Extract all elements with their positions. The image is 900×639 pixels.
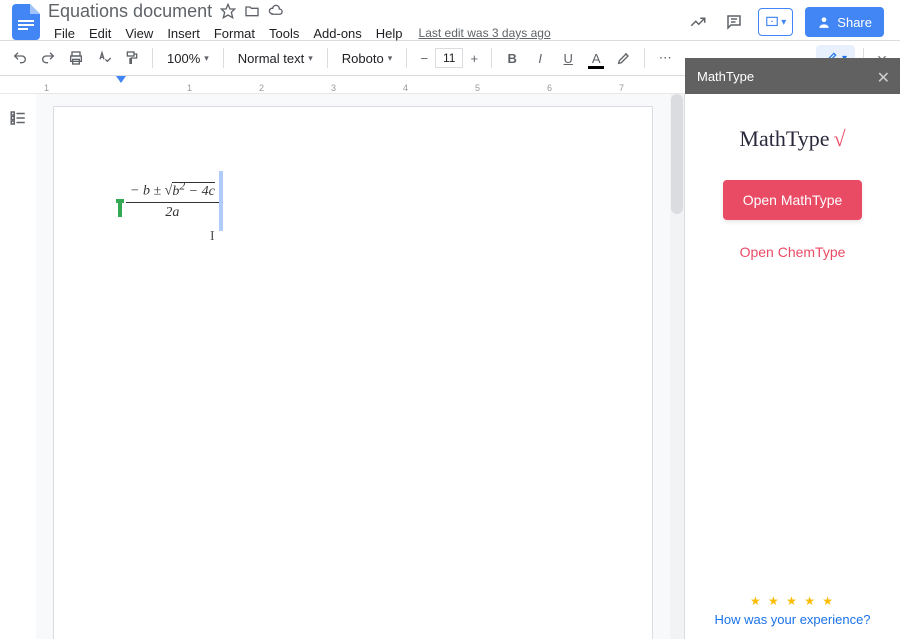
document-title[interactable]: Equations document xyxy=(48,1,212,22)
font-size-value[interactable]: 11 xyxy=(435,48,463,68)
left-rail xyxy=(0,94,36,639)
font-size-minus[interactable]: − xyxy=(415,49,433,67)
outline-toggle-icon[interactable] xyxy=(6,106,30,130)
style-select[interactable]: Normal text▾ xyxy=(232,49,319,68)
font-size-control: − 11 + xyxy=(415,48,483,68)
share-button[interactable]: Share xyxy=(805,7,884,37)
comments-icon[interactable] xyxy=(722,10,746,34)
text-cursor-icon xyxy=(219,171,223,231)
open-mathtype-button[interactable]: Open MathType xyxy=(723,180,863,220)
zoom-select[interactable]: 100%▾ xyxy=(161,49,215,68)
app-header: Equations document File Edit View Insert… xyxy=(0,0,900,40)
mathtype-panel-title: MathType xyxy=(697,69,754,84)
title-area: Equations document File Edit View Insert… xyxy=(48,1,686,43)
last-edit-link[interactable]: Last edit was 3 days ago xyxy=(419,26,551,40)
paint-format-icon[interactable] xyxy=(120,46,144,70)
indent-marker-icon[interactable] xyxy=(116,76,126,83)
menu-help[interactable]: Help xyxy=(370,24,409,43)
close-icon[interactable]: ✕ xyxy=(877,68,890,88)
menu-file[interactable]: File xyxy=(48,24,81,43)
bold-button[interactable]: B xyxy=(500,46,524,70)
star-icon[interactable] xyxy=(220,3,236,19)
mathtype-logo: MathType √ xyxy=(739,126,845,152)
workspace: − b ± √b2 − 4c 2a I MathType ✕ MathType … xyxy=(0,94,900,639)
cloud-saved-icon[interactable] xyxy=(268,3,284,19)
more-tools-button[interactable]: ⋯ xyxy=(653,46,677,70)
share-label: Share xyxy=(837,15,872,30)
mathtype-body: MathType √ Open MathType Open ChemType xyxy=(685,94,900,582)
ibeam-cursor-icon: I xyxy=(210,229,215,245)
open-chemtype-link[interactable]: Open ChemType xyxy=(740,244,846,260)
undo-icon[interactable] xyxy=(8,46,32,70)
equation-object[interactable]: − b ± √b2 − 4c 2a I xyxy=(126,179,219,221)
mathtype-panel: MathType ✕ MathType √ Open MathType Open… xyxy=(684,94,900,639)
equation-handle-icon[interactable] xyxy=(118,203,122,217)
header-actions: ▾ Share xyxy=(686,7,892,37)
menu-edit[interactable]: Edit xyxy=(83,24,117,43)
menu-view[interactable]: View xyxy=(119,24,159,43)
menu-insert[interactable]: Insert xyxy=(161,24,206,43)
rating-stars-icon[interactable]: ★ ★ ★ ★ ★ xyxy=(697,594,888,608)
vertical-scrollbar[interactable] xyxy=(670,94,684,639)
move-folder-icon[interactable] xyxy=(244,3,260,19)
redo-icon[interactable] xyxy=(36,46,60,70)
page[interactable]: − b ± √b2 − 4c 2a I xyxy=(53,106,653,639)
print-icon[interactable] xyxy=(64,46,88,70)
scrollbar-thumb[interactable] xyxy=(671,94,683,214)
mathtype-panel-header: MathType ✕ xyxy=(685,58,900,94)
spellcheck-icon[interactable] xyxy=(92,46,116,70)
menu-bar: File Edit View Insert Format Tools Add-o… xyxy=(48,23,686,43)
checkmark-icon: √ xyxy=(834,126,846,152)
feedback-link[interactable]: How was your experience? xyxy=(697,612,888,627)
menu-tools[interactable]: Tools xyxy=(263,24,305,43)
highlight-button[interactable] xyxy=(612,46,636,70)
docs-app-icon[interactable] xyxy=(8,4,44,40)
italic-button[interactable]: I xyxy=(528,46,552,70)
font-size-plus[interactable]: + xyxy=(465,49,483,67)
mathtype-footer: ★ ★ ★ ★ ★ How was your experience? xyxy=(685,582,900,639)
menu-format[interactable]: Format xyxy=(208,24,261,43)
menu-addons[interactable]: Add-ons xyxy=(307,24,367,43)
text-color-button[interactable]: A xyxy=(584,46,608,70)
font-select[interactable]: Roboto▾ xyxy=(336,49,398,68)
underline-button[interactable]: U xyxy=(556,46,580,70)
present-button[interactable]: ▾ xyxy=(758,8,793,36)
activity-icon[interactable] xyxy=(686,10,710,34)
document-scroll[interactable]: − b ± √b2 − 4c 2a I xyxy=(36,94,670,639)
